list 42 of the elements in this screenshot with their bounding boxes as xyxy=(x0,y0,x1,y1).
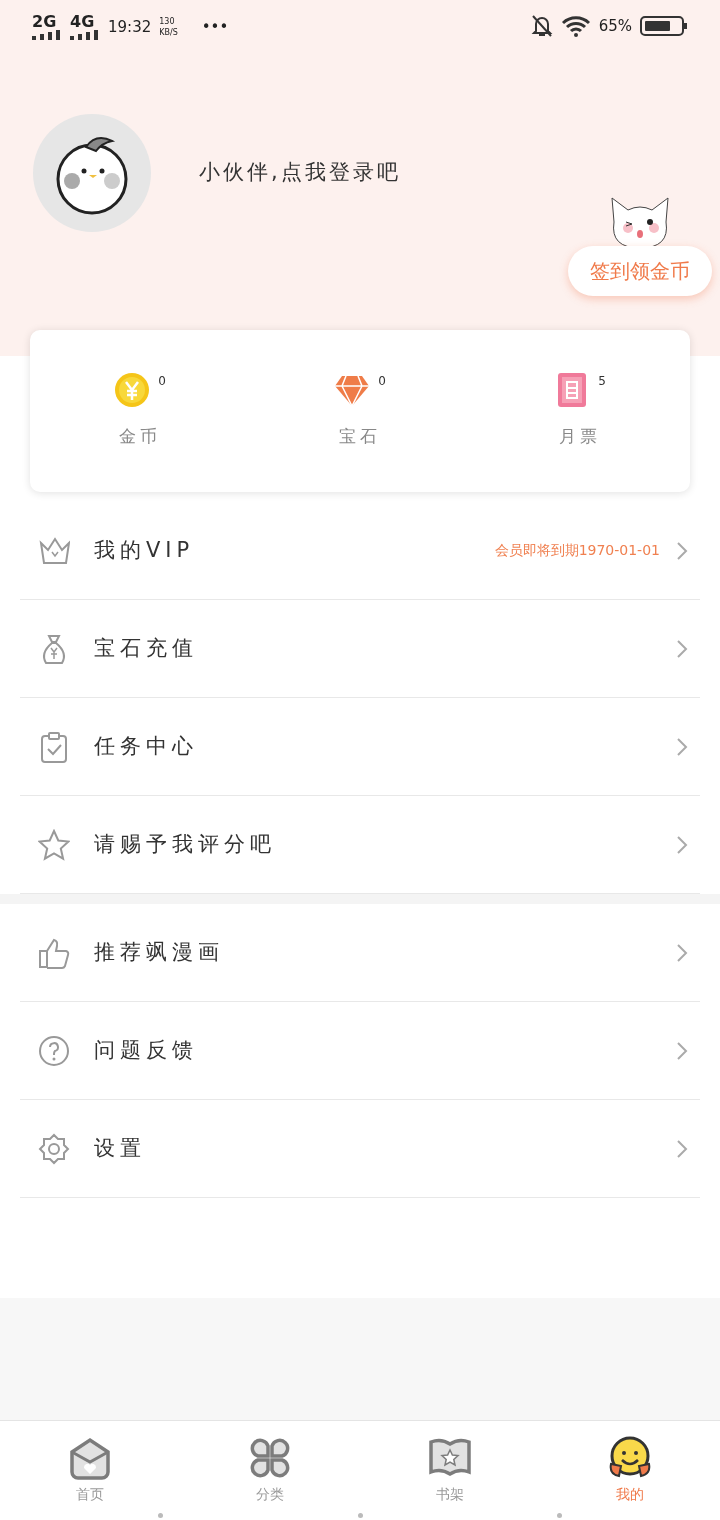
login-prompt[interactable]: 小伙伴,点我登录吧 xyxy=(199,157,401,189)
menu-item[interactable]: 任务中心 xyxy=(20,698,700,796)
signal-icon xyxy=(32,30,62,40)
clipboard-icon xyxy=(38,730,70,763)
stat-label: 宝石 xyxy=(339,425,381,449)
smiley-icon xyxy=(608,1436,652,1480)
settings-icon xyxy=(38,1132,70,1165)
network-label: 4G xyxy=(70,14,95,30)
chevron-right-icon xyxy=(676,942,688,963)
wifi-icon xyxy=(560,15,591,37)
menu-item[interactable]: 设置 xyxy=(20,1100,700,1198)
signal-icon xyxy=(70,30,100,40)
battery-icon xyxy=(640,15,688,37)
chevron-right-icon xyxy=(676,540,688,561)
chevron-right-icon xyxy=(676,736,688,757)
chevron-right-icon xyxy=(676,834,688,855)
status-time: 19:32 xyxy=(108,16,152,38)
coin-icon xyxy=(114,372,151,409)
speed-unit: KB/S xyxy=(159,27,178,39)
speed-value: 130 xyxy=(159,15,176,27)
network-label: 2G xyxy=(32,14,57,30)
menu-item[interactable]: 宝石充值 xyxy=(20,600,700,698)
clover-icon xyxy=(248,1436,292,1480)
stat-label: 月票 xyxy=(559,425,601,449)
house-heart-icon xyxy=(68,1436,112,1480)
chevron-right-icon xyxy=(676,638,688,659)
menu-item[interactable]: 我的VIP 会员即将到期1970-01-01 xyxy=(20,502,700,600)
stat-value: 0 xyxy=(378,373,386,391)
battery-percent: 65% xyxy=(598,15,632,37)
stat-value: 0 xyxy=(158,373,166,391)
thumbs-up-icon xyxy=(38,936,70,969)
menu-item[interactable]: 推荐飒漫画 xyxy=(20,904,700,1002)
star-icon xyxy=(38,828,70,861)
vip-expiry-note: 会员即将到期1970-01-01 xyxy=(494,541,660,560)
menu-item[interactable]: 问题反馈 xyxy=(20,1002,700,1100)
chevron-right-icon xyxy=(676,1040,688,1061)
chevron-right-icon xyxy=(676,1138,688,1159)
stat-label: 金币 xyxy=(119,425,161,449)
more-dots: ••• xyxy=(201,16,229,38)
stat-value: 5 xyxy=(598,373,606,391)
bell-muted-icon xyxy=(530,14,553,38)
question-icon xyxy=(38,1034,70,1067)
